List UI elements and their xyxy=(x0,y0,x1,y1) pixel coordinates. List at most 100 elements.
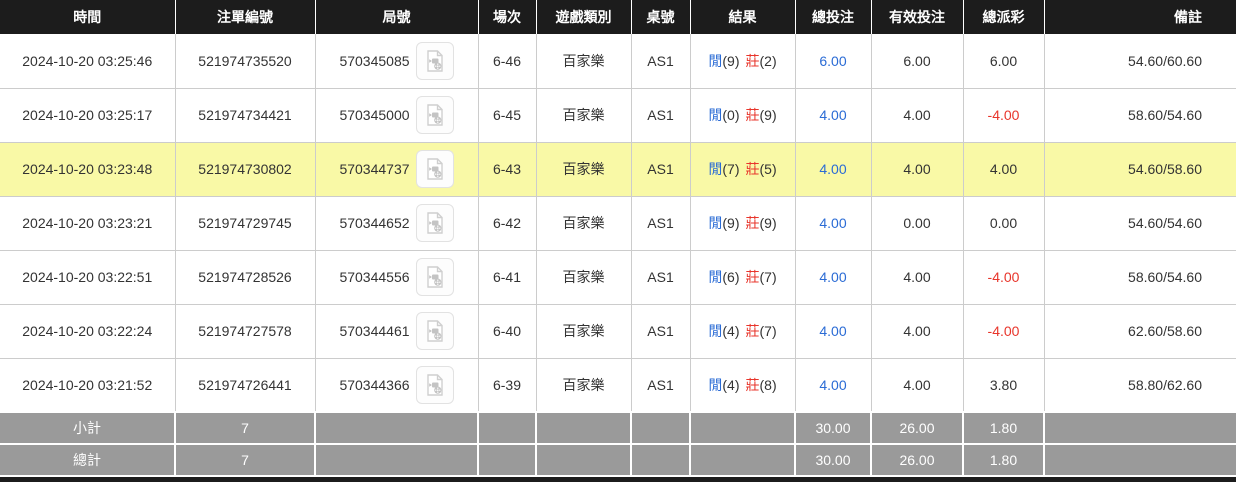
cell-valid-bet: 0.00 xyxy=(870,195,964,251)
banker-label: 莊 xyxy=(745,323,760,339)
cell-round: 570344461 xyxy=(314,303,479,359)
cell-round: 570345085 xyxy=(314,34,479,89)
cell-game-type: 百家樂 xyxy=(535,195,632,251)
cell-result: 閒(4) 莊(8) xyxy=(689,357,796,413)
cell-result: 閒(6) 莊(7) xyxy=(689,249,796,305)
banker-score: (9) xyxy=(759,215,777,231)
cell-session: 6-41 xyxy=(477,249,537,305)
cell-session: 6-42 xyxy=(477,195,537,251)
banker-score: (2) xyxy=(759,52,777,69)
footer-total-payout: 1.80 xyxy=(962,443,1045,477)
cell-result: 閒(4) 莊(7) xyxy=(689,303,796,359)
footer-count: 7 xyxy=(174,443,316,477)
cell-remark: 62.60/58.60 xyxy=(1043,303,1236,359)
video-replay-button[interactable] xyxy=(415,365,454,404)
table-row[interactable]: 2024-10-20 03:23:48 521974730802 5703447… xyxy=(0,141,1236,197)
table-row[interactable]: 2024-10-20 03:23:21 521974729745 5703446… xyxy=(0,195,1236,251)
cell-valid-bet: 4.00 xyxy=(870,303,964,359)
footer-empty-session xyxy=(477,411,537,445)
header-table-no: 桌號 xyxy=(631,0,691,34)
table-row[interactable]: 2024-10-20 03:21:52 521974726441 5703443… xyxy=(0,357,1236,413)
cell-remark: 54.60/58.60 xyxy=(1043,141,1236,197)
cell-total-bet: 4.00 xyxy=(794,195,872,251)
video-replay-button[interactable] xyxy=(415,41,454,80)
cell-remark: 54.60/60.60 xyxy=(1043,34,1236,89)
banker-score: (7) xyxy=(759,269,777,285)
player-label: 閒 xyxy=(708,215,723,231)
video-replay-button[interactable] xyxy=(415,204,454,242)
cell-valid-bet: 4.00 xyxy=(870,87,964,143)
player-label: 閒 xyxy=(708,161,723,177)
cell-session: 6-40 xyxy=(477,303,537,359)
cell-total-bet: 4.00 xyxy=(794,87,872,143)
cell-game-type: 百家樂 xyxy=(535,303,632,359)
cell-valid-bet: 4.00 xyxy=(870,357,964,413)
banker-score: (5) xyxy=(759,161,777,177)
table-row[interactable]: 2024-10-20 03:25:17 521974734421 5703450… xyxy=(0,87,1236,143)
cell-total-payout: 6.00 xyxy=(962,34,1045,89)
cell-total-payout: -4.00 xyxy=(962,249,1045,305)
footer-empty-round xyxy=(314,411,479,445)
video-file-icon xyxy=(426,158,443,180)
cell-round: 570344737 xyxy=(314,141,479,197)
cell-result: 閒(9) 莊(2) xyxy=(689,34,796,89)
player-score: (9) xyxy=(722,215,740,231)
banker-label: 莊 xyxy=(745,215,760,231)
video-replay-button[interactable] xyxy=(415,258,454,296)
cell-bet-id: 521974727578 xyxy=(174,303,316,359)
cell-valid-bet: 4.00 xyxy=(870,249,964,305)
footer-empty-round xyxy=(314,443,479,477)
footer-count: 7 xyxy=(174,411,316,445)
player-score: (4) xyxy=(722,376,740,393)
cell-table-no: AS1 xyxy=(630,141,691,197)
table-row[interactable]: 2024-10-20 03:25:46 521974735520 5703450… xyxy=(0,34,1236,89)
banker-score: (8) xyxy=(759,376,777,393)
video-replay-button[interactable] xyxy=(415,312,454,350)
player-label: 閒 xyxy=(708,107,723,123)
video-file-icon xyxy=(426,104,443,126)
player-label: 閒 xyxy=(708,52,723,69)
video-file-icon xyxy=(426,320,443,342)
footer-total-bet: 30.00 xyxy=(794,443,872,477)
cell-game-type: 百家樂 xyxy=(535,357,632,413)
banker-score: (7) xyxy=(759,323,777,339)
round-number: 570345085 xyxy=(339,52,410,69)
footer-empty-result xyxy=(689,443,796,477)
table-row[interactable]: 2024-10-20 03:22:24 521974727578 5703444… xyxy=(0,303,1236,359)
footer-empty-result xyxy=(689,411,796,445)
banker-label: 莊 xyxy=(745,269,760,285)
round-number: 570344366 xyxy=(339,376,410,393)
cell-bet-id: 521974734421 xyxy=(174,87,316,143)
cell-result: 閒(7) 莊(5) xyxy=(689,141,796,197)
cell-game-type: 百家樂 xyxy=(535,249,632,305)
cell-time: 2024-10-20 03:21:52 xyxy=(0,357,176,413)
player-score: (7) xyxy=(722,161,740,177)
bet-history-table: 時間 注單編號 局號 場次 遊戲類別 桌號 結果 總投注 有效投注 總派彩 備註… xyxy=(0,0,1236,477)
header-session: 場次 xyxy=(478,0,537,34)
cell-bet-id: 521974728526 xyxy=(174,249,316,305)
cell-bet-id: 521974726441 xyxy=(174,357,316,413)
cell-round: 570344652 xyxy=(314,195,479,251)
video-replay-button[interactable] xyxy=(415,96,454,134)
cell-session: 6-43 xyxy=(477,141,537,197)
video-file-icon xyxy=(426,50,443,72)
cell-time: 2024-10-20 03:22:51 xyxy=(0,249,176,305)
player-score: (0) xyxy=(722,107,740,123)
cell-total-payout: 3.80 xyxy=(962,357,1045,413)
header-round: 局號 xyxy=(315,0,479,34)
banker-score: (9) xyxy=(759,107,777,123)
cell-total-bet: 4.00 xyxy=(794,357,872,413)
summary-row: 小計 7 30.00 26.00 1.80 xyxy=(0,411,1236,445)
video-replay-button[interactable] xyxy=(415,150,454,188)
banker-label: 莊 xyxy=(745,376,760,393)
cell-table-no: AS1 xyxy=(630,34,691,89)
cell-total-bet: 4.00 xyxy=(794,303,872,359)
cell-session: 6-39 xyxy=(477,357,537,413)
table-row[interactable]: 2024-10-20 03:22:51 521974728526 5703445… xyxy=(0,249,1236,305)
footer-total-payout: 1.80 xyxy=(962,411,1045,445)
cell-remark: 58.60/54.60 xyxy=(1043,87,1236,143)
header-game-type: 遊戲類別 xyxy=(536,0,632,34)
cell-game-type: 百家樂 xyxy=(535,87,632,143)
banker-label: 莊 xyxy=(745,161,760,177)
header-result: 結果 xyxy=(690,0,796,34)
